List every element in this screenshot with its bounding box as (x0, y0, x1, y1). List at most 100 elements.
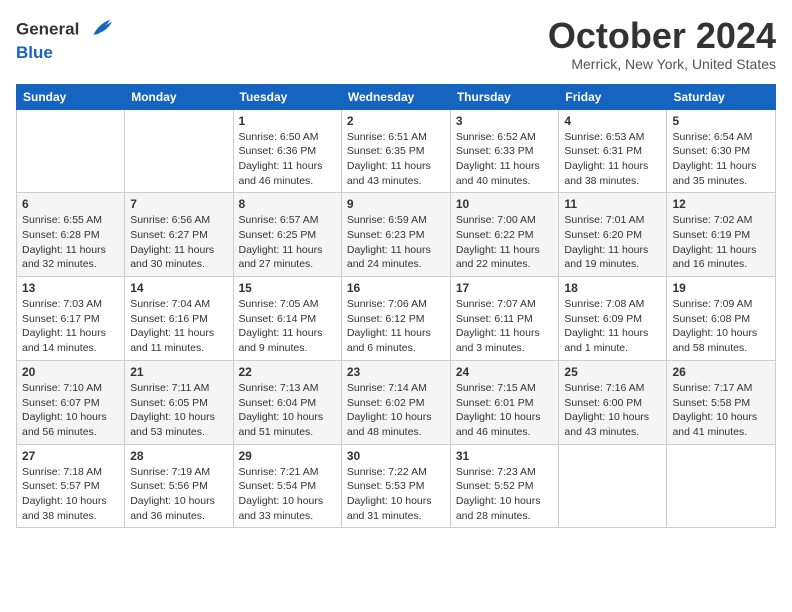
table-row: 25Sunrise: 7:16 AM Sunset: 6:00 PM Dayli… (559, 360, 667, 444)
day-info: Sunrise: 7:14 AM Sunset: 6:02 PM Dayligh… (347, 381, 445, 440)
calendar-week-row: 13 Sunrise: 7:03 AM Sunset: 6:17 PM Dayli… (17, 277, 776, 361)
day-number: 15 (239, 281, 336, 295)
day-info: Sunrise: 7:07 AM Sunset: 6:11 PM Dayligh… (456, 297, 554, 356)
day-number: 3 (456, 114, 554, 128)
day-info: Sunrise: 6:51 AM Sunset: 6:35 PM Dayligh… (347, 130, 445, 189)
title-block: October 2024 Merrick, New York, United S… (548, 16, 776, 72)
day-number: 23 (347, 365, 445, 379)
page-header: General Blue October 2024 Merrick, New Y… (16, 16, 776, 72)
logo-blue: Blue (16, 44, 114, 63)
day-info: Sunrise: 7:10 AM Sunset: 6:07 PM Dayligh… (22, 381, 119, 440)
day-number: 7 (130, 197, 227, 211)
day-number: 18 (564, 281, 661, 295)
day-number: 1 (239, 114, 336, 128)
day-info: Sunrise: 7:17 AM Sunset: 5:58 PM Dayligh… (672, 381, 770, 440)
day-number: 30 (347, 449, 445, 463)
day-info: Sunrise: 7:01 AM Sunset: 6:20 PM Dayligh… (564, 213, 661, 272)
day-info: Sunrise: 7:06 AM Sunset: 6:12 PM Dayligh… (347, 297, 445, 356)
table-row: 24Sunrise: 7:15 AM Sunset: 6:01 PM Dayli… (450, 360, 559, 444)
day-number: 28 (130, 449, 227, 463)
day-number: 9 (347, 197, 445, 211)
header-wednesday: Wednesday (341, 84, 450, 109)
day-info: Sunrise: 7:21 AM Sunset: 5:54 PM Dayligh… (239, 465, 336, 524)
table-row: 15 Sunrise: 7:05 AM Sunset: 6:14 PM Dayli… (233, 277, 341, 361)
header-sunday: Sunday (17, 84, 125, 109)
calendar-header-row: Sunday Monday Tuesday Wednesday Thursday… (17, 84, 776, 109)
table-row: 6 Sunrise: 6:55 AM Sunset: 6:28 PM Daylig… (17, 193, 125, 277)
table-row: 26 Sunrise: 7:17 AM Sunset: 5:58 PM Dayli… (667, 360, 776, 444)
day-info: Sunrise: 6:53 AM Sunset: 6:31 PM Dayligh… (564, 130, 661, 189)
table-row (17, 109, 125, 193)
day-number: 17 (456, 281, 554, 295)
day-info: Sunrise: 6:50 AM Sunset: 6:36 PM Dayligh… (239, 130, 336, 189)
day-number: 2 (347, 114, 445, 128)
calendar-table: Sunday Monday Tuesday Wednesday Thursday… (16, 84, 776, 529)
day-number: 26 (672, 365, 770, 379)
table-row: 8Sunrise: 6:57 AM Sunset: 6:25 PM Daylig… (233, 193, 341, 277)
calendar-week-row: 6 Sunrise: 6:55 AM Sunset: 6:28 PM Daylig… (17, 193, 776, 277)
table-row: 5Sunrise: 6:54 AM Sunset: 6:30 PM Daylig… (667, 109, 776, 193)
day-info: Sunrise: 7:05 AM Sunset: 6:14 PM Dayligh… (239, 297, 336, 356)
day-info: Sunrise: 6:56 AM Sunset: 6:27 PM Dayligh… (130, 213, 227, 272)
day-info: Sunrise: 7:13 AM Sunset: 6:04 PM Dayligh… (239, 381, 336, 440)
calendar-week-row: 20 Sunrise: 7:10 AM Sunset: 6:07 PM Dayli… (17, 360, 776, 444)
table-row: 30 Sunrise: 7:22 AM Sunset: 5:53 PM Dayli… (341, 444, 450, 528)
table-row: 16 Sunrise: 7:06 AM Sunset: 6:12 PM Dayli… (341, 277, 450, 361)
table-row: 1 Sunrise: 6:50 AM Sunset: 6:36 PM Daylig… (233, 109, 341, 193)
day-info: Sunrise: 7:03 AM Sunset: 6:17 PM Dayligh… (22, 297, 119, 356)
table-row: 18 Sunrise: 7:08 AM Sunset: 6:09 PM Dayli… (559, 277, 667, 361)
table-row: 2 Sunrise: 6:51 AM Sunset: 6:35 PM Daylig… (341, 109, 450, 193)
header-friday: Friday (559, 84, 667, 109)
day-info: Sunrise: 7:11 AM Sunset: 6:05 PM Dayligh… (130, 381, 227, 440)
day-number: 21 (130, 365, 227, 379)
table-row: 4 Sunrise: 6:53 AM Sunset: 6:31 PM Daylig… (559, 109, 667, 193)
table-row: 22 Sunrise: 7:13 AM Sunset: 6:04 PM Dayli… (233, 360, 341, 444)
day-number: 6 (22, 197, 119, 211)
day-number: 29 (239, 449, 336, 463)
table-row: 27Sunrise: 7:18 AM Sunset: 5:57 PM Dayli… (17, 444, 125, 528)
day-info: Sunrise: 7:08 AM Sunset: 6:09 PM Dayligh… (564, 297, 661, 356)
logo-text: General (16, 16, 114, 44)
table-row (667, 444, 776, 528)
day-number: 12 (672, 197, 770, 211)
day-number: 13 (22, 281, 119, 295)
day-info: Sunrise: 7:23 AM Sunset: 5:52 PM Dayligh… (456, 465, 554, 524)
day-number: 4 (564, 114, 661, 128)
day-number: 5 (672, 114, 770, 128)
table-row: 23 Sunrise: 7:14 AM Sunset: 6:02 PM Dayli… (341, 360, 450, 444)
day-number: 11 (564, 197, 661, 211)
day-info: Sunrise: 7:04 AM Sunset: 6:16 PM Dayligh… (130, 297, 227, 356)
day-number: 16 (347, 281, 445, 295)
calendar-week-row: 27Sunrise: 7:18 AM Sunset: 5:57 PM Dayli… (17, 444, 776, 528)
day-number: 22 (239, 365, 336, 379)
day-info: Sunrise: 6:59 AM Sunset: 6:23 PM Dayligh… (347, 213, 445, 272)
calendar-week-row: 1 Sunrise: 6:50 AM Sunset: 6:36 PM Daylig… (17, 109, 776, 193)
table-row: 3Sunrise: 6:52 AM Sunset: 6:33 PM Daylig… (450, 109, 559, 193)
day-number: 31 (456, 449, 554, 463)
table-row: 29 Sunrise: 7:21 AM Sunset: 5:54 PM Dayli… (233, 444, 341, 528)
table-row: 11 Sunrise: 7:01 AM Sunset: 6:20 PM Dayli… (559, 193, 667, 277)
table-row: 28Sunrise: 7:19 AM Sunset: 5:56 PM Dayli… (125, 444, 233, 528)
header-tuesday: Tuesday (233, 84, 341, 109)
day-info: Sunrise: 7:00 AM Sunset: 6:22 PM Dayligh… (456, 213, 554, 272)
header-monday: Monday (125, 84, 233, 109)
day-number: 20 (22, 365, 119, 379)
table-row: 9 Sunrise: 6:59 AM Sunset: 6:23 PM Daylig… (341, 193, 450, 277)
day-number: 10 (456, 197, 554, 211)
location: Merrick, New York, United States (548, 56, 776, 72)
header-saturday: Saturday (667, 84, 776, 109)
table-row: 14Sunrise: 7:04 AM Sunset: 6:16 PM Dayli… (125, 277, 233, 361)
logo-bird-icon (86, 16, 114, 44)
logo: General Blue (16, 16, 114, 63)
table-row (559, 444, 667, 528)
table-row: 21 Sunrise: 7:11 AM Sunset: 6:05 PM Dayli… (125, 360, 233, 444)
table-row: 20 Sunrise: 7:10 AM Sunset: 6:07 PM Dayli… (17, 360, 125, 444)
day-info: Sunrise: 7:09 AM Sunset: 6:08 PM Dayligh… (672, 297, 770, 356)
day-info: Sunrise: 7:22 AM Sunset: 5:53 PM Dayligh… (347, 465, 445, 524)
table-row: 19Sunrise: 7:09 AM Sunset: 6:08 PM Dayli… (667, 277, 776, 361)
day-number: 27 (22, 449, 119, 463)
table-row: 10 Sunrise: 7:00 AM Sunset: 6:22 PM Dayli… (450, 193, 559, 277)
month-title: October 2024 (548, 16, 776, 56)
day-info: Sunrise: 6:55 AM Sunset: 6:28 PM Dayligh… (22, 213, 119, 272)
table-row: 17 Sunrise: 7:07 AM Sunset: 6:11 PM Dayli… (450, 277, 559, 361)
